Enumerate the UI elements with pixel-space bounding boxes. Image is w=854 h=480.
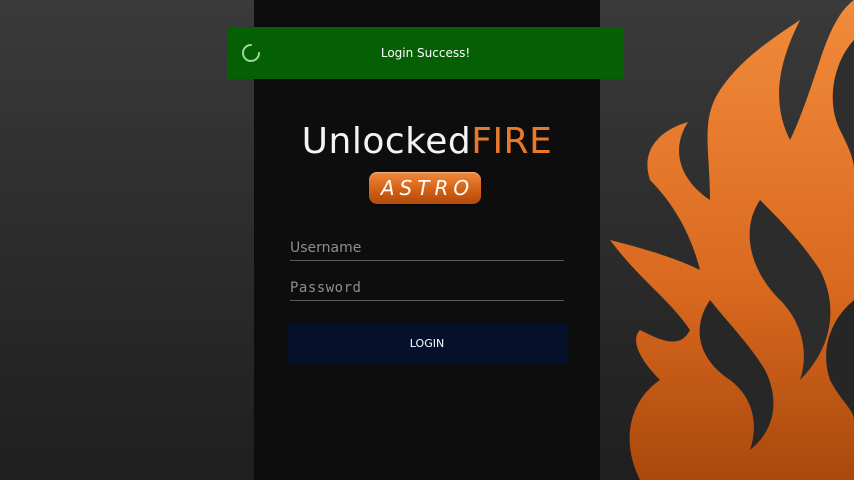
- app-logo: UnlockedFIRE: [254, 118, 600, 166]
- login-button[interactable]: LOGIN: [287, 324, 567, 363]
- spinner-icon: [242, 44, 260, 62]
- username-field-wrapper: [290, 236, 564, 261]
- password-field-wrapper: [290, 276, 564, 301]
- astro-badge: ASTRO: [369, 172, 481, 204]
- logo-word-fire: FIRE: [471, 121, 553, 162]
- flame-graphic: [610, 0, 854, 480]
- password-input[interactable]: [290, 276, 564, 300]
- flame-shape-main: [610, 0, 854, 480]
- login-success-toast: Login Success!: [227, 27, 624, 79]
- username-input[interactable]: [290, 236, 564, 260]
- logo-word-unlocked: Unlocked: [301, 121, 472, 162]
- astro-badge-label: ASTRO: [380, 176, 475, 200]
- toast-message: Login Success!: [380, 46, 471, 60]
